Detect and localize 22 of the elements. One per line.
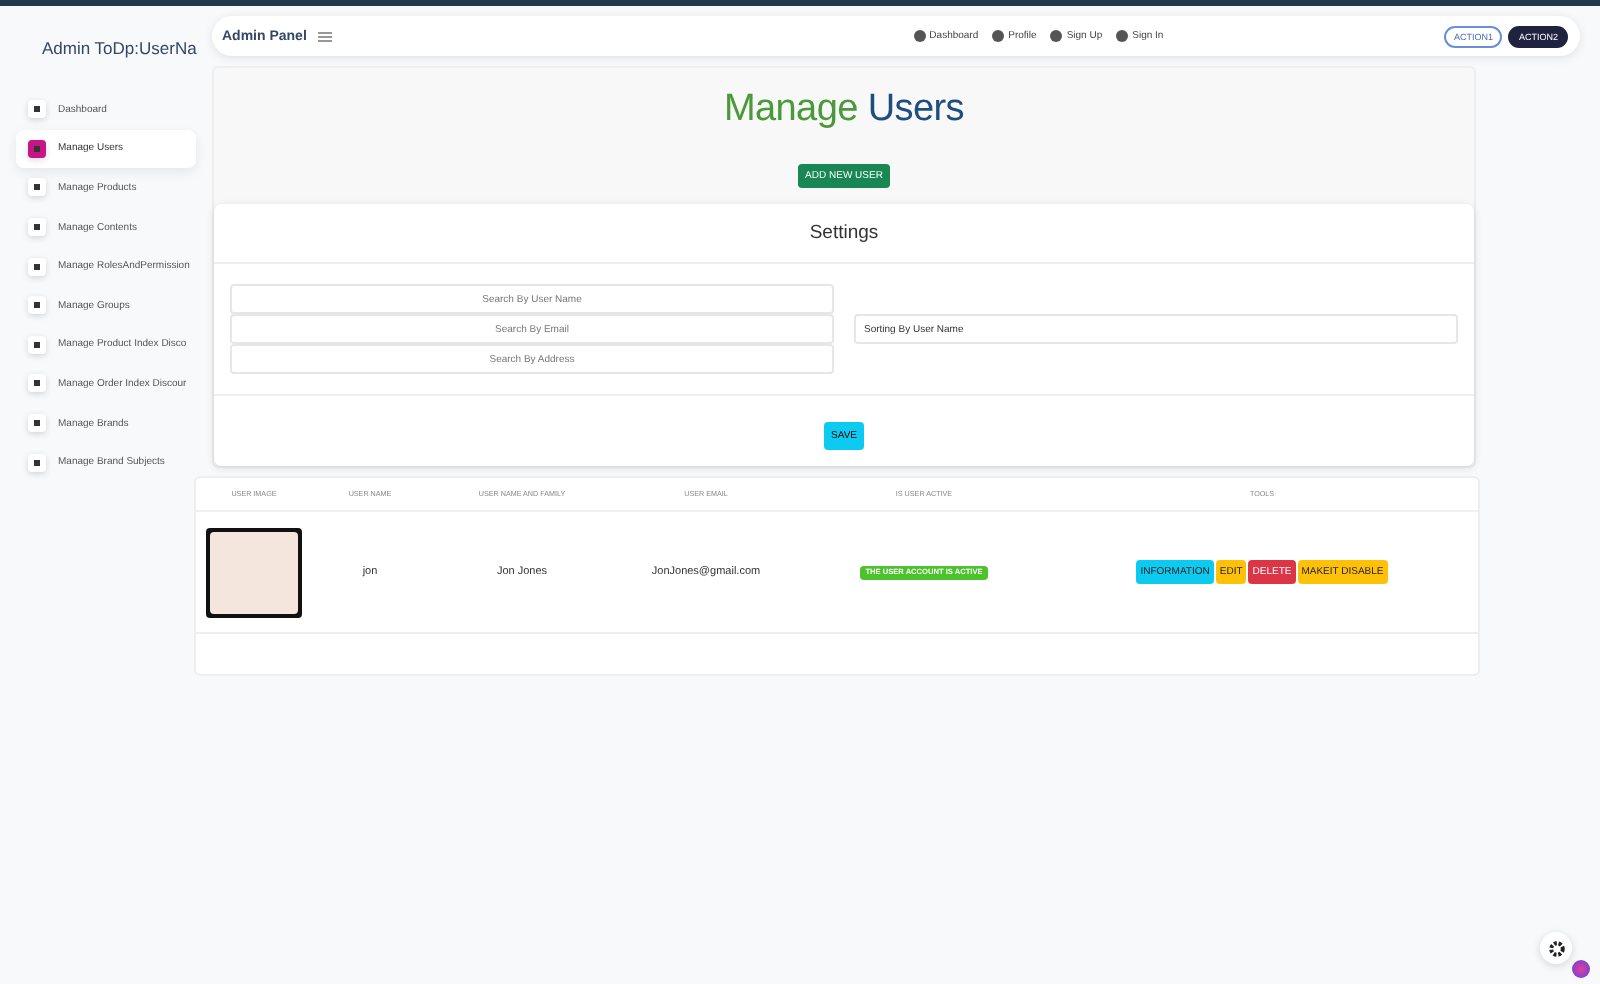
link-icon <box>992 30 1005 42</box>
menu-icon <box>28 296 46 315</box>
brand-title: Admin ToDp:UserNa <box>42 38 197 58</box>
menu-icon <box>28 335 46 354</box>
settings-title: Settings <box>214 204 1474 264</box>
page-title: Manage Users <box>722 88 966 132</box>
menu-icon <box>28 178 46 197</box>
settings-icon <box>1547 939 1565 957</box>
photo-placeholder <box>206 527 302 617</box>
menu-icon[interactable] <box>318 31 333 41</box>
settings-button[interactable] <box>1540 932 1572 964</box>
link-icon <box>1116 30 1129 42</box>
menu-icon <box>28 453 46 472</box>
orb-icon[interactable] <box>1572 960 1590 978</box>
link-icon <box>1050 30 1063 42</box>
menu-icon <box>28 100 46 119</box>
link-icon <box>913 30 926 42</box>
menu-icon <box>28 414 46 433</box>
menu-icon <box>28 257 46 276</box>
menu-icon <box>28 374 46 393</box>
menu-icon <box>28 218 46 237</box>
menu-icon <box>28 139 46 158</box>
